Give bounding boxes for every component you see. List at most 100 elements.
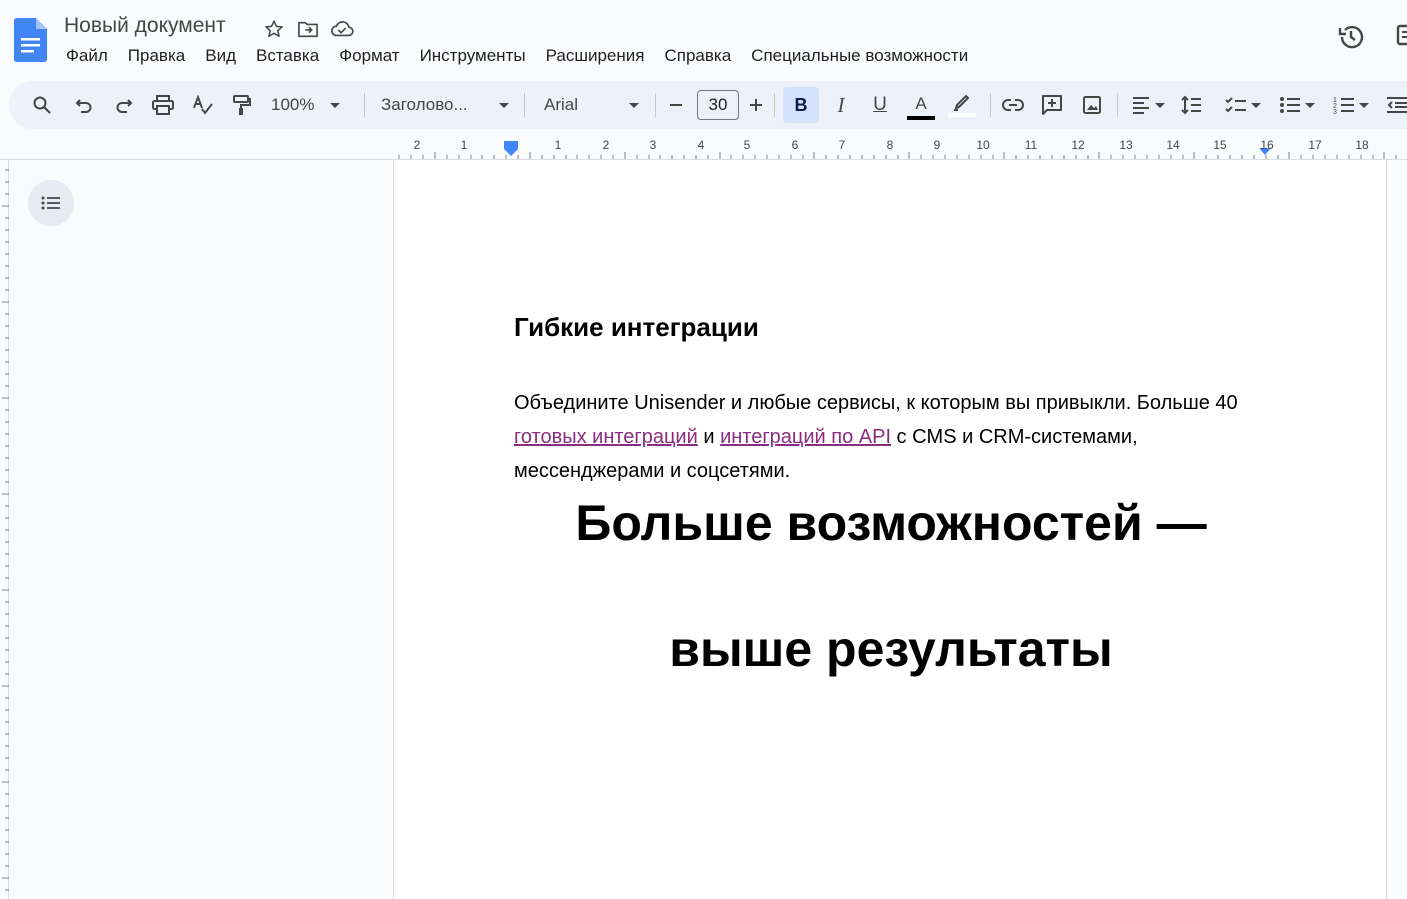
zoom-value: 100% (271, 95, 315, 114)
checklist-dropdown[interactable] (1221, 81, 1265, 129)
ruler-label: 4 (697, 138, 705, 152)
ruler-label: 14 (1166, 138, 1180, 152)
chevron-down-icon (499, 102, 509, 108)
app-header: Новый документ Файл Правка Вид Вставка Ф… (0, 0, 1407, 76)
chevron-down-icon (1359, 102, 1369, 108)
menu-view[interactable]: Вид (195, 44, 246, 68)
ruler-label: 18 (1355, 138, 1369, 152)
spellcheck-icon[interactable] (190, 81, 216, 129)
bulleted-list-icon (1280, 97, 1300, 113)
align-left-icon (1133, 97, 1149, 114)
redo-icon[interactable] (111, 81, 137, 129)
zoom-dropdown[interactable]: 100% (271, 81, 351, 129)
underline-button[interactable]: U (868, 81, 892, 129)
heading-integrations: Гибкие интеграции (514, 312, 759, 342)
ruler-label: 11 (1024, 138, 1038, 152)
ruler-label: 7 (838, 138, 846, 152)
comments-icon[interactable] (1396, 22, 1407, 50)
decrease-indent-icon[interactable] (1384, 81, 1407, 129)
print-icon[interactable] (150, 81, 176, 129)
menu-accessibility[interactable]: Специальные возможности (741, 44, 978, 68)
text-color-swatch (907, 115, 935, 120)
api-integrations-link[interactable]: интеграций по API (720, 426, 891, 448)
paragraph-text: Объедините Unisender и любые сервисы, к … (514, 392, 1238, 414)
menu-tools[interactable]: Инструменты (410, 44, 536, 68)
search-icon[interactable] (29, 81, 55, 129)
version-history-icon[interactable] (1336, 22, 1366, 52)
italic-button[interactable]: I (829, 81, 853, 129)
ruler-label: 9 (933, 138, 941, 152)
toolbar: 100% Заголово... Arial 30 B I U A 1 2 3 (9, 81, 1407, 129)
bold-button[interactable]: B (783, 87, 819, 123)
paint-format-icon[interactable] (229, 81, 255, 129)
document-page[interactable]: Гибкие интеграции Объедините Unisender и… (393, 160, 1387, 899)
font-dropdown[interactable]: Arial (544, 81, 639, 129)
menu-edit[interactable]: Правка (118, 44, 195, 68)
divider (524, 93, 525, 117)
menu-file[interactable]: Файл (56, 44, 118, 68)
body-paragraph: Объедините Unisender и любые сервисы, к … (514, 386, 1274, 488)
horizontal-ruler[interactable]: 2 1 1 2 3 4 5 6 7 8 9 10 11 12 13 14 15 … (393, 138, 1407, 160)
highlight-button[interactable] (947, 81, 977, 129)
insert-link-icon[interactable] (1000, 81, 1026, 129)
ruler-label: 8 (886, 138, 894, 152)
big-heading-line-1: Больше возможностей — (575, 495, 1207, 551)
style-value: Заголово... (381, 95, 468, 114)
chevron-down-icon (330, 102, 341, 108)
ruler-label: 10 (976, 138, 990, 152)
ruler-label: 15 (1213, 138, 1227, 152)
text-color-button[interactable]: A (906, 81, 936, 129)
bulleted-list-dropdown[interactable] (1275, 81, 1319, 129)
vertical-ruler-ticks (2, 169, 9, 891)
increase-font-size-icon[interactable] (745, 81, 767, 129)
style-dropdown[interactable]: Заголово... (381, 81, 509, 129)
ruler-label: 16 (1260, 138, 1274, 152)
divider (655, 93, 656, 117)
decrease-font-size-icon[interactable] (665, 81, 687, 129)
numbered-list-icon: 123 (1333, 97, 1354, 115)
left-indent-marker[interactable] (504, 144, 518, 156)
move-folder-icon[interactable] (296, 17, 320, 41)
vertical-ruler[interactable] (0, 160, 9, 899)
font-value: Arial (544, 95, 579, 114)
cloud-saved-icon[interactable] (330, 17, 354, 41)
ruler-label: 5 (743, 138, 751, 152)
font-size-input[interactable]: 30 (697, 90, 739, 120)
chevron-down-icon (629, 102, 639, 108)
highlight-swatch (948, 112, 976, 117)
ruler-label: 3 (649, 138, 657, 152)
undo-icon[interactable] (71, 81, 97, 129)
menu-insert[interactable]: Вставка (246, 44, 329, 68)
chevron-down-icon (1155, 102, 1165, 108)
menu-help[interactable]: Справка (654, 44, 741, 68)
ruler-label: 2 (602, 138, 610, 152)
document-title[interactable]: Новый документ (64, 14, 226, 38)
docs-logo-icon[interactable] (14, 18, 47, 62)
highlighter-icon (954, 94, 970, 111)
ruler-label: 6 (791, 138, 799, 152)
ruler-label: 12 (1071, 138, 1085, 152)
checklist-icon (1225, 97, 1246, 113)
ruler-label: 1 (554, 138, 562, 152)
menu-bar: Файл Правка Вид Вставка Формат Инструмен… (56, 44, 978, 68)
ruler-label: 17 (1308, 138, 1322, 152)
line-spacing-icon[interactable] (1179, 81, 1205, 129)
divider (1117, 93, 1118, 117)
menu-format[interactable]: Формат (329, 44, 409, 68)
text-color-icon: A (915, 93, 927, 113)
document-outline-button[interactable] (28, 180, 74, 226)
menu-extensions[interactable]: Расширения (536, 44, 655, 68)
ruler-label: 1 (460, 138, 468, 152)
numbered-list-dropdown[interactable]: 123 (1329, 81, 1373, 129)
align-dropdown[interactable] (1127, 81, 1169, 129)
chevron-down-icon (1305, 102, 1315, 108)
divider (364, 93, 365, 117)
svg-text:3: 3 (1333, 109, 1337, 115)
add-comment-icon[interactable] (1039, 81, 1065, 129)
ruler-ticks (398, 141, 1397, 159)
ruler-label: 2 (413, 138, 421, 152)
insert-image-icon[interactable] (1079, 81, 1105, 129)
star-icon[interactable] (262, 17, 286, 41)
chevron-down-icon (1251, 102, 1261, 108)
ready-integrations-link[interactable]: готовых интеграций (514, 426, 698, 448)
